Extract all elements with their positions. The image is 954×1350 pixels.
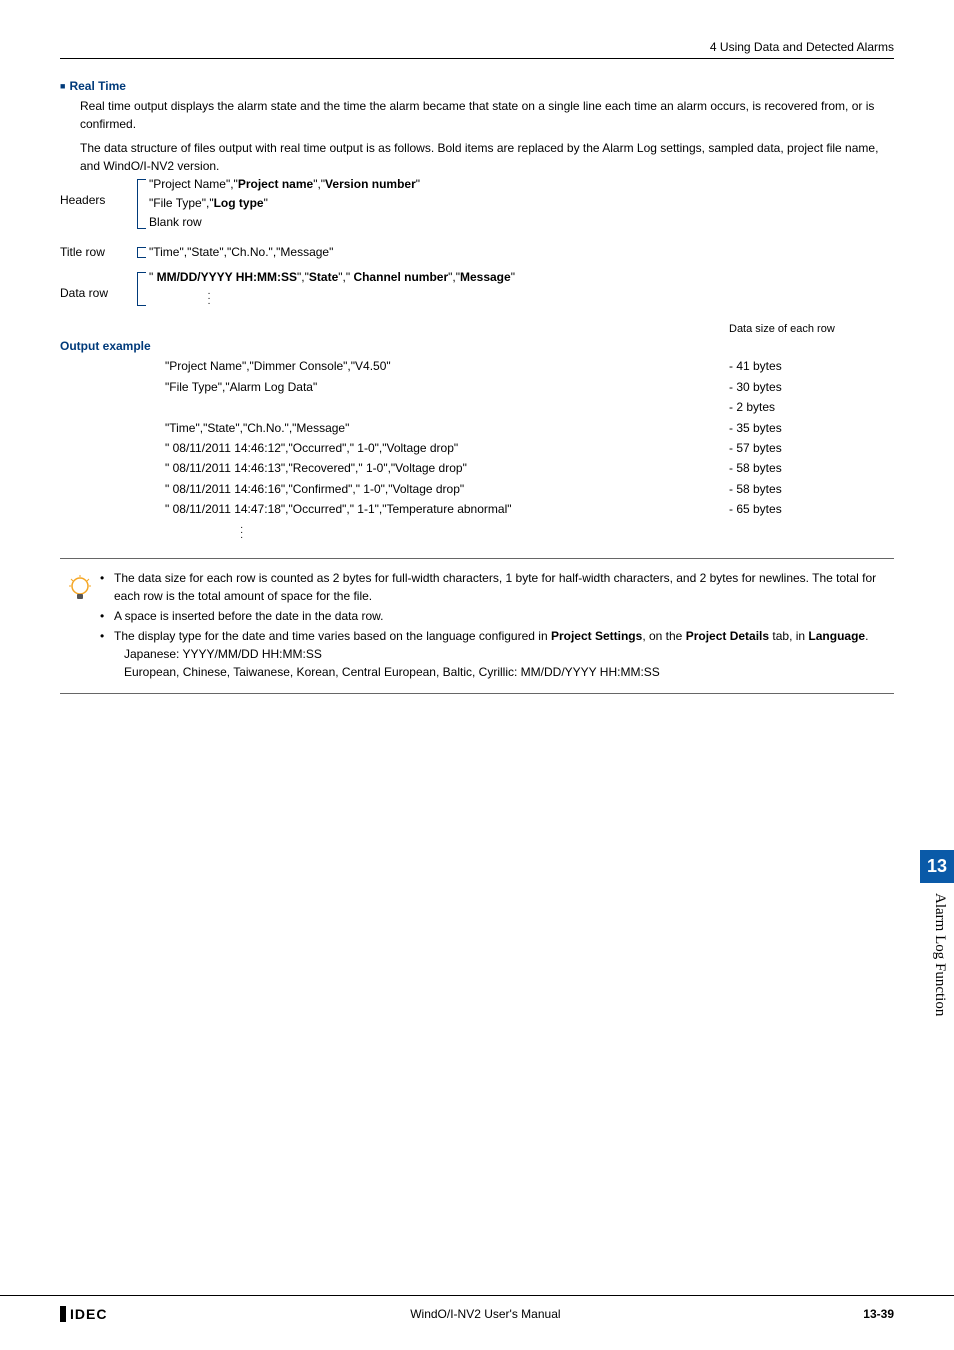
structure-line: Blank row <box>149 213 420 232</box>
output-size: - 35 bytes <box>729 418 894 438</box>
note-item: • The display type for the date and time… <box>100 627 894 681</box>
output-row: "Time","State","Ch.No.","Message"- 35 by… <box>60 418 894 438</box>
output-text: "Project Name","Dimmer Console","V4.50" <box>165 356 729 376</box>
structure-label-title: Title row <box>60 243 135 259</box>
output-example: Output example Data size of each row "Pr… <box>60 320 894 541</box>
output-size: - 65 bytes <box>729 499 894 519</box>
section-body: Real time output displays the alarm stat… <box>80 97 894 175</box>
note-item: •The data size for each row is counted a… <box>100 569 894 605</box>
structure-label-data: Data row <box>60 272 135 300</box>
output-text: " 08/11/2011 14:47:18","Occurred"," 1-1"… <box>165 499 729 519</box>
page-header: 4 Using Data and Detected Alarms <box>60 40 894 59</box>
chapter-number: 13 <box>920 850 954 883</box>
vertical-dots-icon: ··· <box>240 525 894 540</box>
page-footer: IDEC WindO/I-NV2 User's Manual 13-39 <box>0 1295 954 1322</box>
output-size: - 58 bytes <box>729 479 894 499</box>
breadcrumb: 4 Using Data and Detected Alarms <box>710 40 894 54</box>
structure-line: "Project Name","Project name","Version n… <box>149 175 420 194</box>
manual-title: WindO/I-NV2 User's Manual <box>410 1307 560 1321</box>
output-heading: Output example <box>60 336 165 356</box>
structure-line: "File Type","Log type" <box>149 194 420 213</box>
vertical-dots-icon: ··· <box>149 287 269 310</box>
paragraph: The data structure of files output with … <box>80 139 894 175</box>
output-text: "Time","State","Ch.No.","Message" <box>165 418 729 438</box>
note-item: •A space is inserted before the date in … <box>100 607 894 625</box>
paragraph: Real time output displays the alarm stat… <box>80 97 894 133</box>
square-bullet-icon: ■ <box>60 81 65 91</box>
output-row: " 08/11/2011 14:46:13","Recovered"," 1-0… <box>60 458 894 478</box>
brand-logo: IDEC <box>60 1306 107 1322</box>
section-heading: ■Real Time <box>60 79 894 93</box>
lightbulb-icon <box>60 569 100 683</box>
file-structure: Headers "Project Name","Project name","V… <box>60 191 894 310</box>
output-row: "Project Name","Dimmer Console","V4.50"-… <box>60 356 894 376</box>
output-text: " 08/11/2011 14:46:16","Confirmed"," 1-0… <box>165 479 729 499</box>
output-row: " 08/11/2011 14:46:16","Confirmed"," 1-0… <box>60 479 894 499</box>
output-row: "File Type","Alarm Log Data"- 30 bytes <box>60 377 894 397</box>
output-size: - 41 bytes <box>729 356 894 376</box>
output-size: - 57 bytes <box>729 438 894 458</box>
output-text: "File Type","Alarm Log Data" <box>165 377 729 397</box>
note-subline: European, Chinese, Taiwanese, Korean, Ce… <box>124 663 894 681</box>
output-size: - 30 bytes <box>729 377 894 397</box>
note-box: •The data size for each row is counted a… <box>60 558 894 694</box>
output-size: - 58 bytes <box>729 458 894 478</box>
chapter-title: Alarm Log Function <box>920 883 954 1026</box>
structure-line: " MM/DD/YYYY HH:MM:SS","State"," Channel… <box>149 268 515 287</box>
size-column-header: Data size of each row <box>729 320 894 356</box>
output-row: - 2 bytes <box>60 397 894 417</box>
output-text: " 08/11/2011 14:46:13","Recovered"," 1-0… <box>165 458 729 478</box>
structure-label-headers: Headers <box>60 191 135 207</box>
chapter-tab: 13 Alarm Log Function <box>920 850 954 1070</box>
output-size: - 2 bytes <box>729 397 894 417</box>
output-text: " 08/11/2011 14:46:12","Occurred"," 1-0"… <box>165 438 729 458</box>
page-number: 13-39 <box>863 1307 894 1321</box>
output-row: " 08/11/2011 14:46:12","Occurred"," 1-0"… <box>60 438 894 458</box>
output-row: " 08/11/2011 14:47:18","Occurred"," 1-1"… <box>60 499 894 519</box>
structure-line: "Time","State","Ch.No.","Message" <box>149 243 333 262</box>
note-subline: Japanese: YYYY/MM/DD HH:MM:SS <box>124 645 894 663</box>
output-text <box>165 397 729 417</box>
